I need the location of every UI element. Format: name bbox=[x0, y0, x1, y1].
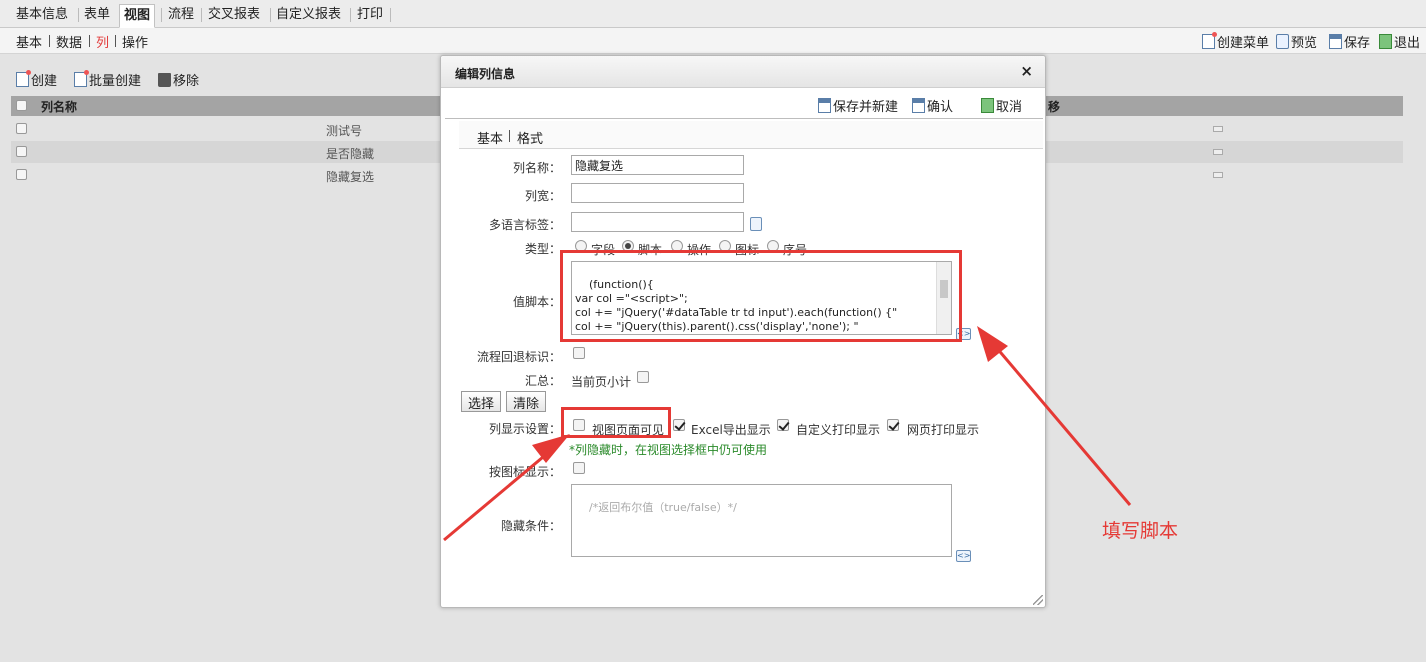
annotation-fill-script: 填写脚本 bbox=[1102, 520, 1179, 542]
arrow-line-visibility bbox=[443, 445, 556, 542]
arrow-line-script bbox=[988, 339, 1132, 506]
arrow-head-visibility bbox=[532, 434, 570, 463]
annotation-arrows bbox=[443, 326, 1132, 542]
